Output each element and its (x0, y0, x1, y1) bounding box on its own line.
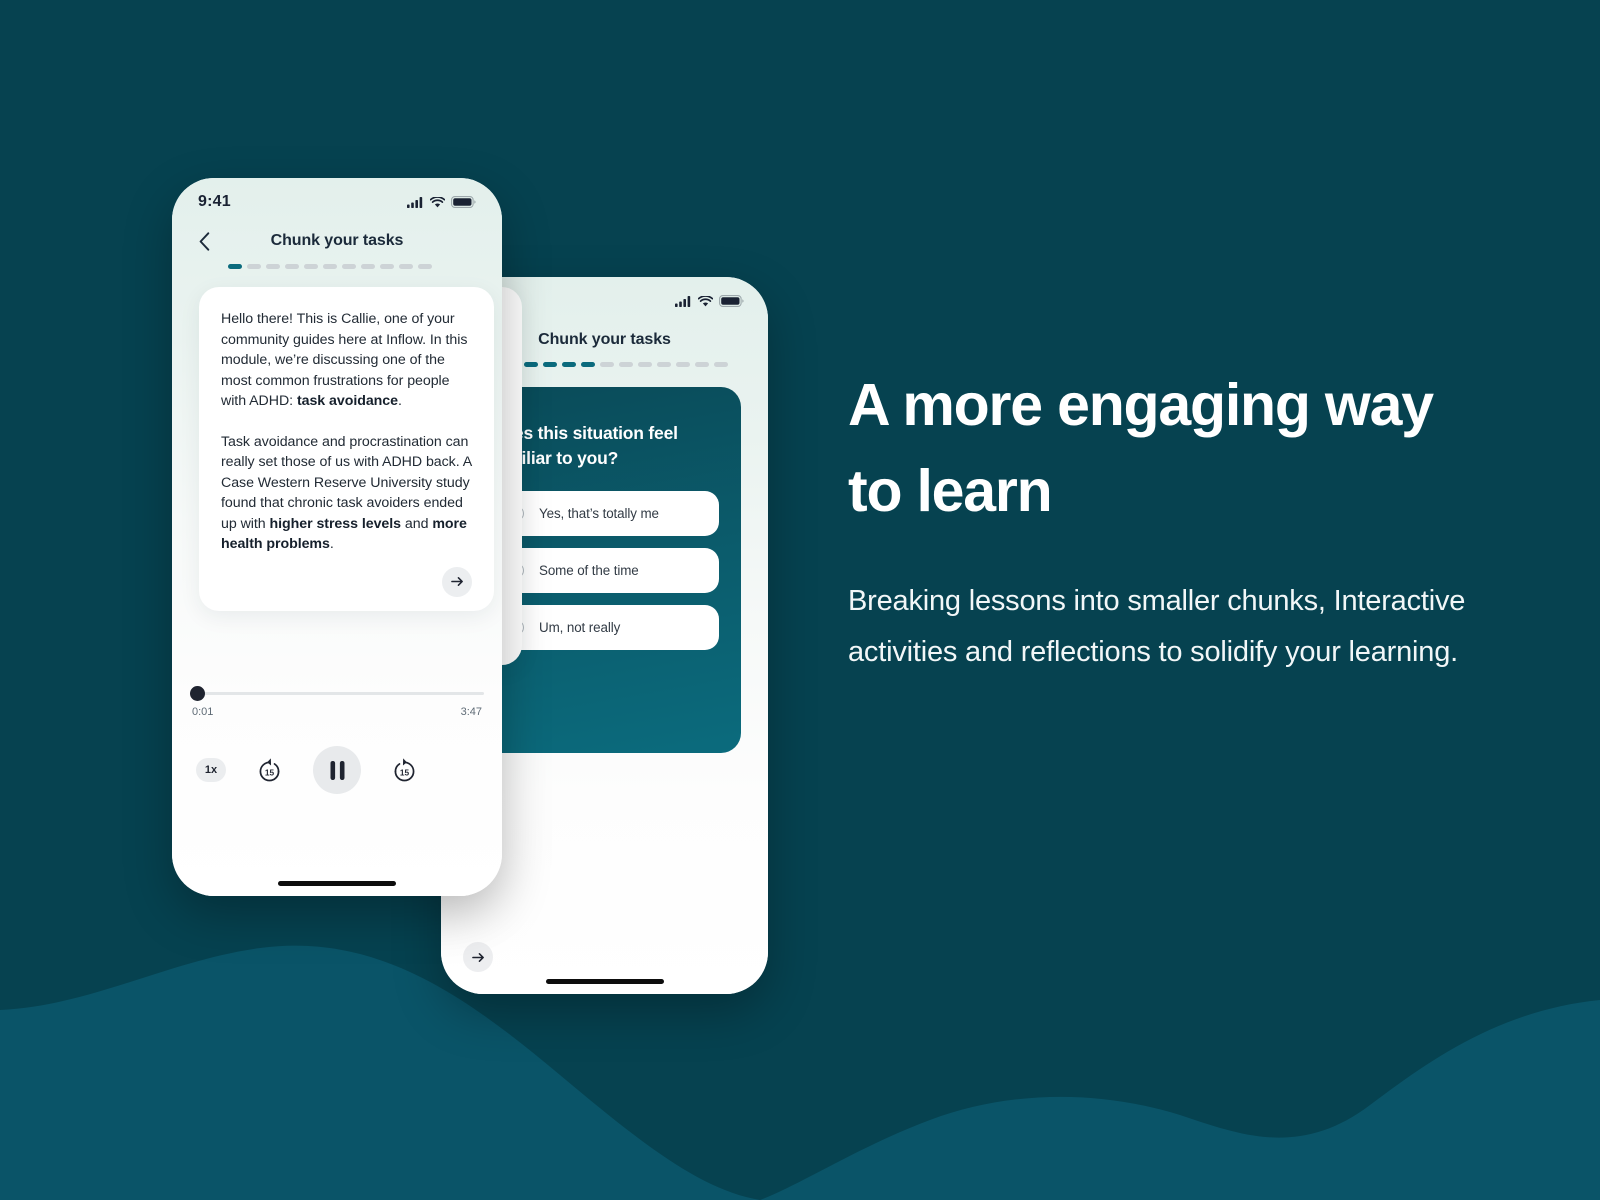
pause-icon (330, 760, 344, 780)
progress-segment (361, 264, 375, 269)
progress-segment (228, 264, 242, 269)
lesson-p1-tail: . (397, 393, 402, 409)
cellular-bars-icon (407, 196, 423, 208)
quiz-option-label: Um, not really (539, 620, 621, 635)
quiz-option[interactable]: Um, not really (491, 605, 719, 650)
progress-segment (266, 264, 280, 269)
progress-segment (524, 362, 538, 367)
phone1-screen: 9:41 Chunk your tasks Hello there! This … (172, 178, 502, 896)
marketing-copy: A more engaging way to learn Breaking le… (848, 362, 1468, 678)
rewind-15-button[interactable]: 15 (255, 755, 285, 785)
marketing-headline: A more engaging way to learn (848, 372, 1434, 524)
phone1-nav-bar: Chunk your tasks (172, 226, 502, 256)
wifi-icon (430, 196, 445, 207)
progress-segment (342, 264, 356, 269)
forward-15-button[interactable]: 15 (390, 755, 420, 785)
quiz-option[interactable]: Some of the time (491, 548, 719, 593)
phone1-home-indicator (278, 881, 396, 886)
wifi-icon (698, 295, 713, 306)
phone2-status-icons (675, 295, 744, 307)
lesson-p2-conjunction: and (401, 515, 433, 532)
progress-segment (323, 264, 337, 269)
scrubber-handle[interactable] (190, 686, 205, 701)
progress-segment (676, 362, 690, 367)
battery-full-icon (451, 196, 476, 208)
phone1-page-title: Chunk your tasks (270, 232, 404, 249)
svg-text:15: 15 (400, 767, 410, 777)
phone2-home-indicator (545, 979, 664, 984)
progress-segment (619, 362, 633, 367)
battery-full-icon (719, 295, 744, 307)
quiz-option-label: Some of the time (539, 563, 639, 578)
progress-segment (581, 362, 595, 367)
progress-segment (638, 362, 652, 367)
phone2-progress-indicator (524, 362, 728, 367)
progress-segment (247, 264, 261, 269)
lesson-text-card: Hello there! This is Callie, one of your… (199, 287, 494, 611)
scrubber-track (200, 692, 484, 695)
playback-speed-button[interactable]: 1x (196, 758, 226, 782)
play-pause-button[interactable] (313, 746, 361, 794)
progress-segment (695, 362, 709, 367)
audio-total-duration: 3:47 (460, 706, 482, 718)
phone1-status-icons (407, 196, 476, 208)
progress-segment (562, 362, 576, 367)
marketing-body: Breaking lessons into smaller chunks, In… (848, 585, 1466, 668)
progress-segment (285, 264, 299, 269)
phone1-status-bar: 9:41 (172, 192, 502, 212)
audio-time-row: 0:01 3:47 (190, 706, 484, 718)
progress-segment (600, 362, 614, 367)
quiz-option-list: Yes, that’s totally me Some of the time Um… (491, 491, 719, 650)
quiz-question: Does this situation feel familiar to you… (491, 423, 678, 468)
quiz-option[interactable]: Yes, that’s totally me (491, 491, 719, 536)
arrow-right-icon (450, 576, 463, 587)
back-button[interactable] (192, 229, 216, 253)
lesson-next-button[interactable] (442, 566, 472, 597)
lesson-p1-emphasis: task avoidance (296, 393, 398, 409)
status-clock: 9:41 (198, 193, 231, 210)
audio-controls: 1x 15 15 (190, 746, 484, 794)
lesson-p2-tail: . (329, 536, 334, 552)
audio-scrubber[interactable] (190, 686, 484, 701)
progress-segment (399, 264, 413, 269)
quiz-option-label: Yes, that’s totally me (539, 506, 659, 521)
svg-text:15: 15 (265, 767, 275, 777)
lesson-paragraph-2: Task avoidance and procrastination can r… (221, 432, 472, 555)
lesson-paragraph-1: Hello there! This is Callie, one of your… (221, 309, 472, 412)
lesson-p2-emphasis-1: higher stress levels (269, 515, 402, 532)
progress-segment (380, 264, 394, 269)
quiz-next-button[interactable] (463, 942, 493, 972)
progress-segment (657, 362, 671, 367)
progress-segment (714, 362, 728, 367)
audio-elapsed-time: 0:01 (192, 706, 214, 718)
forward-15-icon: 15 (394, 757, 415, 781)
chevron-left-icon (199, 231, 209, 251)
cellular-bars-icon (675, 295, 691, 307)
progress-segment (304, 264, 318, 269)
promo-canvas: Chunk your tasks Does this situation fee… (0, 0, 1600, 1200)
rewind-15-icon: 15 (259, 757, 280, 781)
arrow-right-icon (471, 952, 484, 962)
audio-player: 0:01 3:47 1x 15 15 (190, 686, 484, 794)
phone-mockup-lesson: 9:41 Chunk your tasks Hello there! This … (172, 178, 502, 896)
progress-segment (418, 264, 432, 269)
phone1-progress-indicator (228, 264, 432, 269)
progress-segment (543, 362, 557, 367)
